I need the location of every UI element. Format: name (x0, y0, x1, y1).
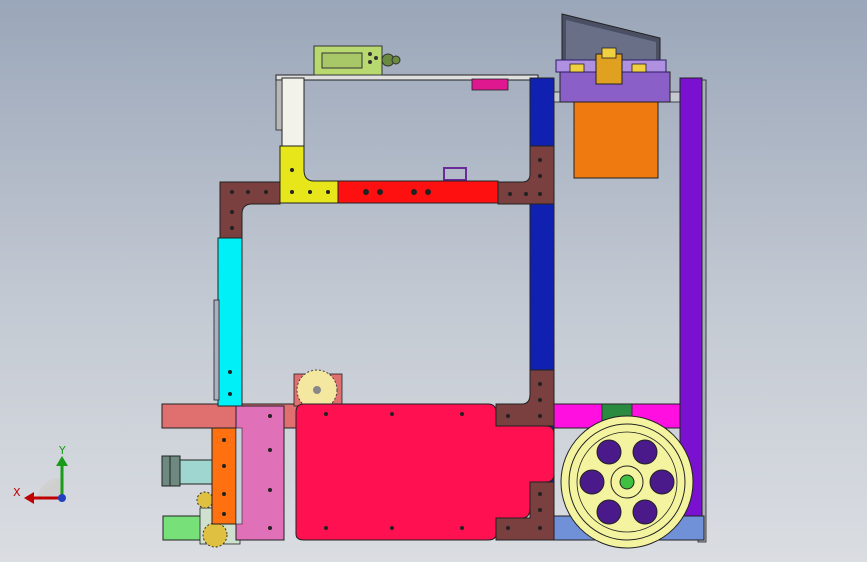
coordinate-triad[interactable]: Y X (13, 444, 68, 504)
triad-y-label: Y (58, 444, 66, 457)
yellow-corner-bracket[interactable] (279, 145, 339, 204)
triad-x-label: X (13, 486, 21, 499)
top-camera-mount[interactable] (555, 13, 671, 103)
drive-wheel[interactable] (560, 415, 694, 549)
upper-frame[interactable] (275, 74, 539, 181)
side-motor-shaft[interactable] (161, 455, 215, 487)
electronic-speed-controller[interactable] (313, 45, 401, 76)
triad-z-axis (58, 494, 66, 502)
cyan-side-rail[interactable] (213, 237, 243, 407)
cad-model-drawing[interactable]: Y X (0, 0, 867, 562)
orange-side-plate[interactable] (211, 427, 243, 525)
cad-viewport[interactable]: Y X (0, 0, 867, 562)
light-pink-plate[interactable] (235, 405, 285, 541)
orange-battery-box[interactable] (573, 101, 659, 179)
